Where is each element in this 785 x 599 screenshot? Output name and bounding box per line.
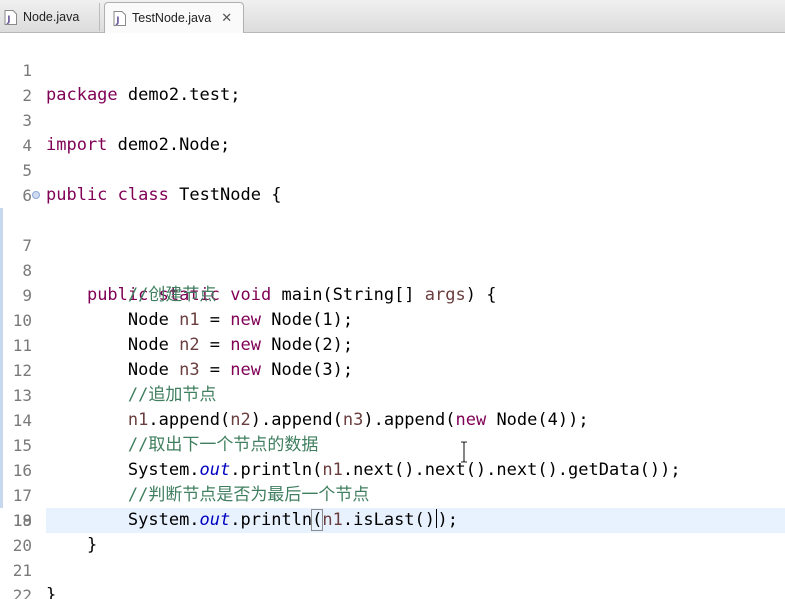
code-line: 22	[0, 558, 785, 599]
code-line: 11 Node n3 = new Node(3);	[0, 283, 785, 380]
svg-text:J: J	[6, 15, 10, 25]
java-file-icon: J	[4, 9, 17, 25]
java-file-icon: J	[113, 10, 126, 26]
code-line: 5 public class TestNode {	[0, 133, 785, 205]
code-line: 3 import demo2.Node;	[0, 83, 785, 155]
editor-tab-bar: J Node.java J TestNode.java ✕	[0, 0, 785, 33]
svg-text:J: J	[115, 16, 119, 26]
tab-label: TestNode.java	[132, 11, 212, 25]
code-editor[interactable]: 1 package demo2.test; 2 3 import demo2.N…	[0, 33, 785, 599]
tab-label: Node.java	[23, 10, 80, 24]
code-line: 13 n1.append(n2).append(n3).append(new N…	[0, 333, 785, 430]
tab-testnode-java[interactable]: J TestNode.java ✕	[104, 2, 244, 33]
close-tab-icon[interactable]: ✕	[221, 12, 232, 25]
code-line: 6	[0, 158, 785, 205]
code-line: 16 //判断节点是否为最后一个节点	[0, 408, 785, 505]
code-line: 18	[0, 458, 785, 530]
eclipse-editor-window: J Node.java J TestNode.java ✕ 1 package …	[0, 0, 785, 599]
code-line: 12 //追加节点	[0, 308, 785, 405]
code-line: 2	[0, 58, 785, 105]
code-line: 9 Node n1 = new Node(1);	[0, 233, 785, 330]
line-number: 22	[12, 586, 32, 599]
code-line-current: 17 System.out.println(n1.isLast());	[0, 433, 785, 533]
code-line: 20	[0, 508, 785, 555]
code-line: 21 }	[0, 533, 785, 599]
code-line: 19 }	[0, 483, 785, 555]
code-line: 1 package demo2.test;	[0, 33, 785, 105]
code-text: }	[46, 585, 57, 599]
code-line: 4	[0, 108, 785, 155]
tab-node-java[interactable]: J Node.java	[0, 3, 100, 31]
code-line: 15 System.out.println(n1.next().next().n…	[0, 383, 785, 480]
code-line: 8 //创建节点	[0, 208, 785, 305]
code-line: 7 public static void main(String[] args)…	[0, 183, 785, 305]
code-line: 14 //取出下一个节点的数据	[0, 358, 785, 455]
fold-collapse-icon[interactable]	[32, 191, 40, 199]
code-line: 10 Node n2 = new Node(2);	[0, 258, 785, 355]
